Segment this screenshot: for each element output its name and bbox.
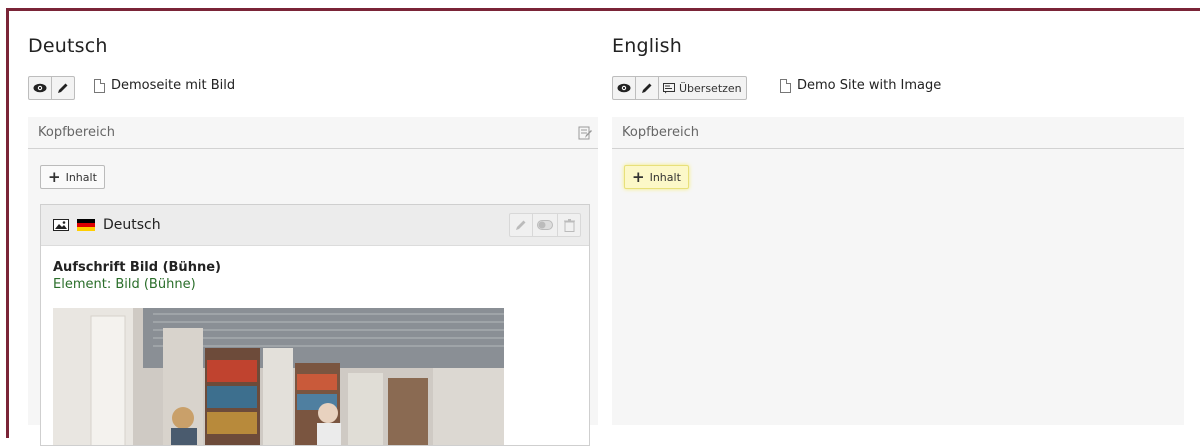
right-section-header: Kopfbereich [612,117,1184,149]
plus-icon: + [632,167,645,186]
view-page-button[interactable] [28,76,52,100]
edit-page-button[interactable] [635,76,659,100]
edit-element-button[interactable] [509,213,533,237]
content-element-type: Element: Bild (Bühne) [53,277,196,292]
content-element-header: Deutsch [41,205,589,246]
flag-de-icon [77,219,95,231]
view-page-button[interactable] [612,76,636,100]
pencil-icon [642,83,652,93]
right-page-title[interactable]: Demo Site with Image [780,78,941,93]
left-add-content-label: Inhalt [65,170,97,184]
translate-label: Übersetzen [679,81,742,95]
content-element-header-text: Aufschrift Bild (Bühne) [53,260,221,275]
column-title-deutsch: Deutsch [28,35,108,57]
pencil-icon [516,220,526,230]
right-panel-kopfbereich: Kopfbereich + Inhalt [612,117,1184,425]
left-add-content-button[interactable]: + Inhalt [40,165,105,189]
left-section-header: Kopfbereich [28,117,598,149]
left-panel-kopfbereich: Kopfbereich + Inhalt Deutsch Aufschrift [28,117,598,446]
image-icon [53,219,69,231]
document-icon [780,78,791,93]
column-title-english: English [612,35,683,57]
content-element-actions [509,213,581,237]
library-photo [53,308,504,445]
translate-icon [663,82,675,93]
right-add-content-button[interactable]: + Inhalt [624,165,689,189]
delete-element-button[interactable] [557,213,581,237]
right-page-toolbar: Übersetzen [612,76,747,100]
toggle-visibility-button[interactable] [532,213,558,237]
edit-page-button[interactable] [51,76,75,100]
left-page-title[interactable]: Demoseite mit Bild [94,78,235,93]
eye-icon [33,83,47,93]
left-page-title-text: Demoseite mit Bild [111,78,236,93]
content-element-language: Deutsch [103,217,161,233]
content-element: Deutsch Aufschrift Bild (Bühne) Element:… [40,204,590,446]
translate-button[interactable]: Übersetzen [658,76,747,100]
toggle-icon [537,220,553,230]
eye-icon [617,83,631,93]
document-icon [94,78,105,93]
left-page-toolbar [28,76,75,100]
right-page-title-text: Demo Site with Image [797,78,942,93]
plus-icon: + [48,167,61,186]
pencil-icon [58,83,68,93]
right-add-content-label: Inhalt [649,170,681,184]
edit-section-icon[interactable] [578,126,592,140]
right-section-label: Kopfbereich [622,125,699,140]
trash-icon [563,218,575,232]
left-section-label: Kopfbereich [38,125,115,140]
